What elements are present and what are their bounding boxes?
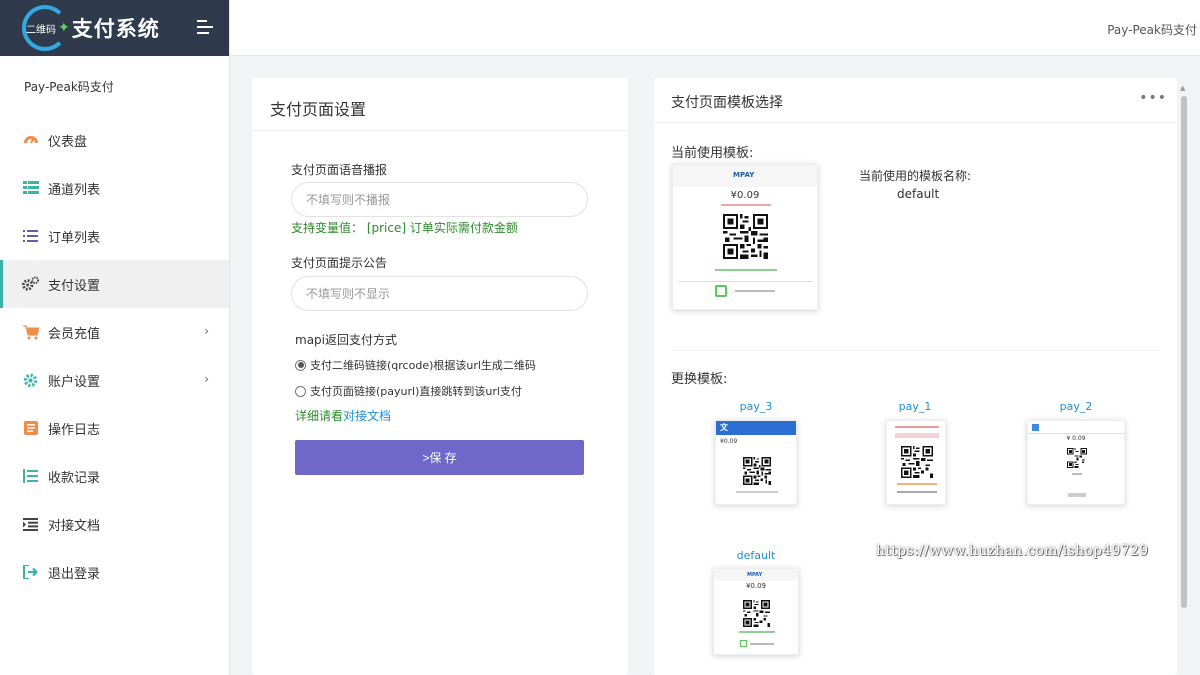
sidebar: 二维码 ✦ 支付系统 Pay-Peak码支付 仪表盘 通道列表 订单列表 支付设…	[0, 0, 230, 675]
sidebar-item-label: 账户设置	[48, 374, 101, 390]
current-template-label: 当前使用模板:	[671, 146, 754, 161]
notice-input[interactable]: 不填写则不显示	[291, 276, 588, 311]
template-price: ¥0.09	[730, 190, 760, 201]
more-options-icon[interactable]: •••	[1139, 90, 1167, 106]
qr-code-icon	[743, 600, 770, 627]
sidebar-item-dashboard[interactable]: 仪表盘	[0, 116, 229, 164]
doc-hint-prefix: 详细请看	[295, 409, 344, 423]
sidebar-item-account-settings[interactable]: 账户设置 ›	[0, 356, 229, 404]
logo-title: 支付系统	[71, 16, 160, 41]
template-price: ¥ 0.09	[1066, 435, 1086, 442]
scan-icon	[715, 285, 727, 297]
sidebar-item-label: 通道列表	[48, 182, 101, 198]
sidebar-item-label: 订单列表	[48, 230, 101, 246]
template-pay1-thumbnail[interactable]	[886, 420, 946, 505]
qr-code-icon	[1067, 448, 1087, 468]
panel-title: 支付页面模板选择	[654, 78, 1177, 123]
radio-payurl-option[interactable]: 支付页面链接(payurl)直接跳转到该url支付	[295, 383, 522, 399]
log-icon	[22, 420, 39, 437]
sidebar-item-operation-log[interactable]: 操作日志	[0, 404, 229, 452]
sidebar-item-label: 对接文档	[48, 518, 101, 534]
mapi-label: mapi返回支付方式	[295, 333, 397, 347]
channel-list-icon	[22, 180, 39, 197]
header-user-name[interactable]: Pay-Peak码支付	[1107, 21, 1197, 38]
site-name: Pay-Peak码支付	[24, 80, 114, 94]
docs-icon	[22, 516, 39, 533]
sidebar-item-label: 支付设置	[48, 278, 101, 294]
chevron-right-icon: ›	[204, 372, 209, 386]
sidebar-item-label: 会员充值	[48, 326, 101, 342]
logo-bar: 二维码 ✦ 支付系统	[0, 0, 229, 56]
sidebar-item-label: 退出登录	[48, 566, 101, 582]
chevron-right-icon: ›	[204, 324, 209, 338]
sidebar-item-payment-settings[interactable]: 支付设置	[0, 260, 229, 308]
sidebar-item-api-docs[interactable]: 对接文档	[0, 500, 229, 548]
template-price: ¥0.09	[720, 438, 738, 445]
radio-checked-icon[interactable]	[295, 359, 306, 371]
watermark-text: https://www.huzhan.com/ishop49729	[876, 543, 1149, 559]
voice-input[interactable]: 不填写则不播报	[291, 182, 588, 217]
save-button[interactable]: >保 存	[295, 440, 584, 475]
dashboard-icon	[22, 132, 39, 149]
template-pay1-name[interactable]: pay_1	[865, 400, 965, 413]
top-header: Pay-Peak码支付	[230, 0, 1200, 56]
sidebar-menu: 仪表盘 通道列表 订单列表 支付设置 会员充值 › 账户设置 › 操作日志 收款…	[0, 116, 229, 596]
radio-payurl-label: 支付页面链接(payurl)直接跳转到该url支付	[310, 385, 522, 398]
sidebar-item-label: 仪表盘	[48, 134, 88, 150]
template-default-name[interactable]: default	[706, 549, 806, 562]
order-list-icon	[22, 228, 39, 245]
current-template-name-label: 当前使用的模板名称:	[859, 169, 972, 183]
sidebar-item-channels[interactable]: 通道列表	[0, 164, 229, 212]
sidebar-item-logout[interactable]: 退出登录	[0, 548, 229, 596]
gears-icon	[22, 276, 39, 293]
qr-code-icon	[743, 457, 771, 485]
panel-title: 支付页面设置	[252, 78, 628, 131]
payment-settings-panel: 支付页面设置 支付页面语音播报 不填写则不播报 支持变量值： [price] 订…	[252, 78, 628, 675]
current-template-name: default	[897, 187, 940, 201]
sidebar-item-orders[interactable]: 订单列表	[0, 212, 229, 260]
change-template-label: 更换模板:	[671, 372, 728, 387]
records-icon	[22, 468, 39, 485]
template-default-thumbnail[interactable]: MPAY ¥0.09	[713, 568, 799, 655]
sidebar-item-label: 操作日志	[48, 422, 101, 438]
template-logo-icon: MPAY	[733, 171, 755, 179]
section-divider	[672, 350, 1160, 351]
cart-icon	[22, 324, 39, 341]
scroll-up-icon[interactable]: ▲	[1180, 84, 1185, 92]
template-select-panel: 支付页面模板选择 ••• 当前使用模板: MPAY ¥0.09 当前使用的模板名…	[654, 78, 1177, 675]
radio-unchecked-icon[interactable]	[295, 385, 306, 397]
radio-qrcode-option[interactable]: 支付二维码链接(qrcode)根据该url生成二维码	[295, 357, 536, 373]
logo-small-text: 二维码	[26, 24, 56, 36]
qr-code-icon	[901, 446, 933, 478]
current-template-thumbnail: MPAY ¥0.09	[672, 164, 818, 310]
sidebar-item-label: 收款记录	[48, 470, 101, 486]
doc-hint: 详细请看对接文档	[295, 407, 391, 424]
variable-hint: 支持变量值： [price] 订单实际需付款金额	[291, 221, 518, 235]
template-price: ¥0.09	[745, 582, 767, 590]
voice-label: 支付页面语音播报	[291, 163, 388, 177]
notice-label: 支付页面提示公告	[291, 256, 388, 270]
sidebar-item-recharge[interactable]: 会员充值 ›	[0, 308, 229, 356]
scrollbar[interactable]	[1181, 96, 1187, 608]
template-pay2-thumbnail[interactable]: ¥ 0.09	[1027, 420, 1125, 505]
logo-star-icon: ✦	[58, 20, 70, 36]
api-doc-link[interactable]: 对接文档	[343, 409, 391, 423]
template-pay2-name[interactable]: pay_2	[1026, 400, 1126, 413]
menu-toggle-icon[interactable]	[197, 20, 213, 38]
gear-icon	[22, 372, 39, 389]
template-pay3-name[interactable]: pay_3	[706, 400, 806, 413]
qr-code-icon	[723, 214, 768, 259]
sidebar-item-payment-records[interactable]: 收款记录	[0, 452, 229, 500]
template-pay3-thumbnail[interactable]: 文 ¥0.09	[715, 420, 797, 505]
radio-qrcode-label: 支付二维码链接(qrcode)根据该url生成二维码	[310, 359, 536, 372]
logout-icon	[22, 564, 39, 581]
